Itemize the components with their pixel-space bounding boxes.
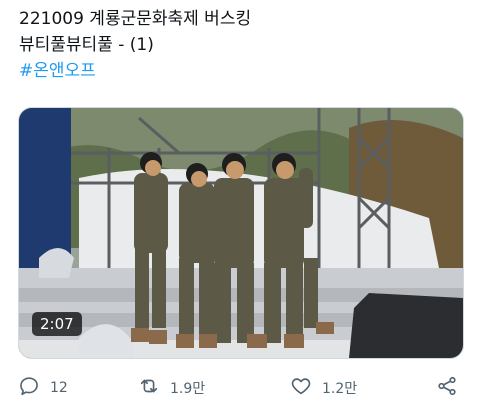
tweet-line-2: 뷰티풀뷰티풀 - (1) (19, 35, 154, 55)
like-button[interactable]: 1.2만 (290, 376, 357, 400)
reply-button[interactable]: 12 (18, 376, 68, 400)
video-player[interactable]: 2:07 (18, 107, 464, 359)
tweet-actions: 12 1.9만 1.2만 (0, 372, 480, 404)
share-button[interactable] (436, 376, 458, 400)
tweet-line-1: 221009 계룡군문화축제 버스킹 (19, 9, 252, 29)
reply-icon (18, 375, 40, 401)
retweet-count: 1.9만 (170, 381, 206, 397)
video-frame (19, 108, 463, 358)
like-icon (290, 375, 312, 401)
video-duration: 2:07 (32, 312, 82, 336)
reply-count: 12 (50, 380, 68, 396)
tweet-text: 221009 계룡군문화축제 버스킹 뷰티풀뷰티풀 - (1) #온앤오프 (19, 6, 459, 84)
retweet-icon (138, 375, 160, 401)
hashtag-link[interactable]: #온앤오프 (19, 58, 459, 84)
share-icon (436, 375, 458, 401)
retweet-button[interactable]: 1.9만 (138, 376, 205, 400)
like-count: 1.2만 (322, 381, 358, 397)
